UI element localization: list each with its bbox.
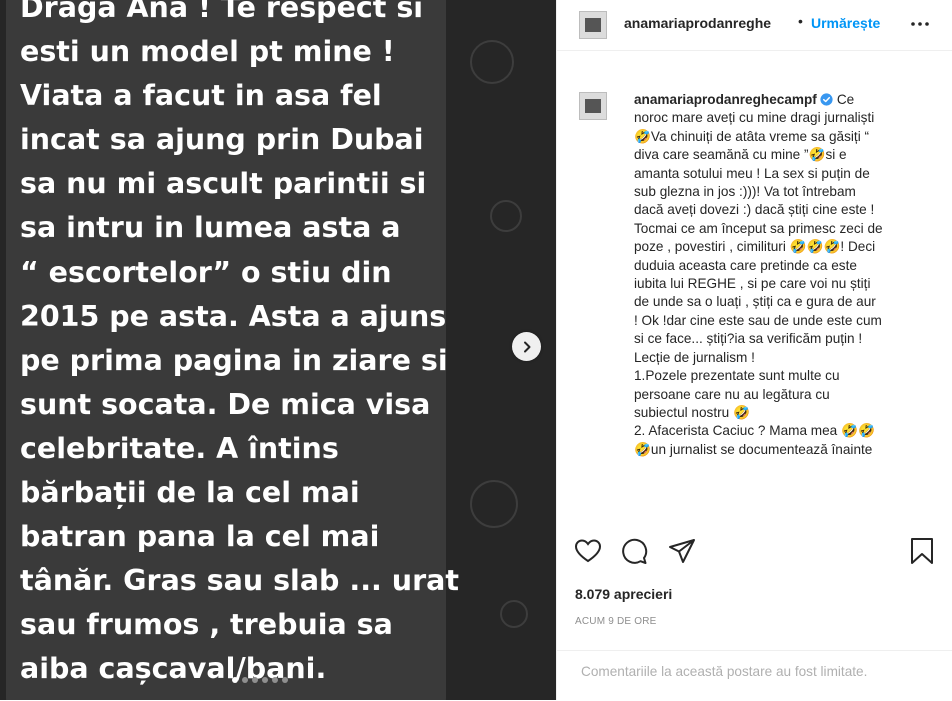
verified-badge-icon xyxy=(820,93,833,106)
caption-line: poze , povestiri , cimilituri 🤣🤣🤣! Deci xyxy=(634,239,876,255)
comment-icon[interactable] xyxy=(619,536,649,566)
carousel-dot xyxy=(242,677,248,683)
carousel-dot xyxy=(232,677,238,683)
caption-line: Lecție de jurnalism ! xyxy=(634,349,755,365)
caption-line: persoane care nu au legătura cu xyxy=(634,386,830,402)
image-text-line: incat sa ajung prin Dubai xyxy=(20,123,424,157)
caption-line: Ce xyxy=(836,92,855,107)
image-text-line: 2015 pe asta. Asta a ajuns xyxy=(20,299,447,333)
image-text-line: Draga Ana ! Te respect si xyxy=(20,0,424,24)
carousel-dot xyxy=(262,677,268,683)
caption-line: sub glezna in jos :)))! Va tot întrebam xyxy=(634,184,856,200)
chevron-right-icon xyxy=(523,341,530,352)
more-horizontal-icon[interactable] xyxy=(909,14,931,34)
caption-avatar[interactable] xyxy=(579,92,607,120)
image-text-line: Viata a facut in asa fel xyxy=(20,79,382,113)
separator-dot: • xyxy=(798,13,803,29)
image-text-line: sunt socata. De mica visa xyxy=(20,387,431,421)
carousel-dot xyxy=(272,677,278,683)
image-text-line: aiba cașcaval/bani. xyxy=(20,652,327,686)
image-text-line: sa intru in lumea asta a xyxy=(20,211,401,245)
image-text-line: tânăr. Gras sau slab ... urat xyxy=(20,564,459,598)
caption-line: amanta sotului meu ! La sex si puțin de xyxy=(634,165,870,181)
caption-text: anamariaprodanreghecampf Ce noroc mare ave… xyxy=(634,91,936,459)
post-side-panel: anamariaprodanreghe • Urmărește anamaria… xyxy=(556,0,952,700)
image-text-line: pe prima pagina in ziare si xyxy=(20,343,448,377)
avatar[interactable] xyxy=(579,11,607,39)
caption-line: subiectul nostru 🤣 xyxy=(634,404,750,420)
caption-line: si ce face... știți?ia sa verificăm puți… xyxy=(634,331,863,347)
carousel-dot xyxy=(282,677,288,683)
caption-line: 2. Afacerista Caciuc ? Mama mea 🤣🤣 xyxy=(634,423,875,439)
caption-username[interactable]: anamariaprodanreghecampf xyxy=(634,92,817,107)
caption-line: 1.Pozele prezentate sunt multe cu xyxy=(634,368,840,384)
bookmark-icon[interactable] xyxy=(907,536,937,566)
share-icon[interactable] xyxy=(667,536,697,566)
background-doodle xyxy=(470,40,514,84)
caption-line: noroc mare aveți cu mine dragi jurnalișt… xyxy=(634,110,875,126)
next-slide-button[interactable] xyxy=(512,332,541,361)
caption-line: de unde sa o luați , știți ca e gura de … xyxy=(634,294,876,310)
caption-line: diva care seamănă cu mine ”🤣si e xyxy=(634,147,847,163)
caption-line: iubita lui REGHE , si pe care voi nu ști… xyxy=(634,276,871,292)
caption-line: duduia aceasta care pretinde ca este xyxy=(634,257,857,273)
image-text-line: esti un model pt mine ! xyxy=(20,35,395,69)
image-text-line: sa nu mi ascult parintii si xyxy=(20,167,427,201)
carousel-dot xyxy=(252,677,258,683)
caption-section: anamariaprodanreghecampf Ce noroc mare ave… xyxy=(557,82,952,514)
image-text-line: sau frumos , trebuia sa xyxy=(20,608,393,642)
background-doodle xyxy=(470,480,518,528)
caption-line: 🤣Va chinuiți de atâta vreme sa găsiți “ xyxy=(634,128,870,144)
follow-button[interactable]: Urmărește xyxy=(811,15,880,31)
post-timestamp[interactable]: ACUM 9 DE ORE xyxy=(575,616,657,627)
image-text-line: “ escortelor” o stiu din xyxy=(20,255,392,289)
likes-count[interactable]: 8.079 aprecieri xyxy=(575,586,672,602)
image-text-line: batran pana la cel mai xyxy=(20,520,380,554)
caption-line: 🤣un jurnalist se documentează înainte xyxy=(634,441,873,457)
post-image-text: Draga Ana ! Te respect si esti un model p… xyxy=(20,0,459,692)
action-bar xyxy=(557,536,952,572)
heart-icon[interactable] xyxy=(573,536,603,566)
comments-limited-notice: Comentariile la această postare au fost … xyxy=(557,650,952,701)
image-text-line: bărbații de la cel mai xyxy=(20,476,360,510)
post-header: anamariaprodanreghe • Urmărește xyxy=(557,0,952,51)
carousel-indicator xyxy=(232,677,288,683)
caption-line: dacă aveți dovezi :) dacă știți cine est… xyxy=(634,202,875,218)
comments-limited-text: Comentariile la această postare au fost … xyxy=(581,664,868,679)
image-text-line: celebritate. A întins xyxy=(20,431,339,465)
background-doodle xyxy=(500,600,528,628)
background-doodle xyxy=(490,200,522,232)
header-username[interactable]: anamariaprodanreghe xyxy=(624,15,794,31)
post-media: Draga Ana ! Te respect si esti un model p… xyxy=(0,0,556,700)
caption-line: Tocmai ce am început sa primesc zeci de xyxy=(634,220,883,236)
caption-line: ! Ok !dar cine este sau de unde este cum xyxy=(634,312,882,328)
